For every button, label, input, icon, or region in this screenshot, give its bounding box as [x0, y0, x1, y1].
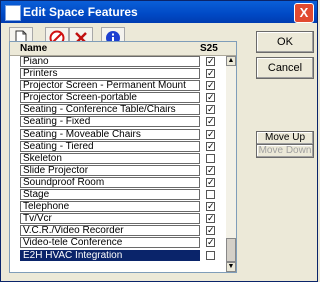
cancel-button[interactable]: Cancel: [256, 57, 314, 79]
s25-checkbox[interactable]: ✓: [206, 93, 215, 103]
table-row[interactable]: Seating - Fixed ✓: [10, 116, 228, 128]
table-row[interactable]: Skeleton: [10, 152, 228, 165]
feature-name-cell[interactable]: Seating - Moveable Chairs: [20, 128, 200, 140]
move-down-button[interactable]: Move Down: [256, 144, 314, 158]
s25-checkbox[interactable]: ✓: [206, 81, 215, 91]
s25-checkbox[interactable]: ✓: [206, 105, 215, 115]
window-icon: [5, 5, 21, 21]
table-row[interactable]: Seating - Tiered ✓: [10, 140, 228, 153]
feature-name-cell[interactable]: Slide Projector: [20, 164, 200, 176]
feature-name-cell[interactable]: Seating - Conference Table/Chairs: [20, 104, 200, 116]
grid-header: Name S25: [10, 42, 236, 56]
s25-checkbox[interactable]: [206, 190, 215, 200]
table-row[interactable]: Piano ✓: [10, 56, 228, 68]
column-header-s25[interactable]: S25: [200, 42, 218, 55]
feature-name-input[interactable]: E2H HVAC Integration: [20, 249, 200, 261]
title-bar[interactable]: Edit Space Features X: [1, 1, 317, 23]
ok-button[interactable]: OK: [256, 31, 314, 53]
edit-space-features-dialog: Edit Space Features X Name S25 Piano ✓ P…: [0, 0, 318, 282]
s25-checkbox[interactable]: ✓: [206, 238, 215, 248]
s25-checkbox[interactable]: ✓: [206, 141, 215, 151]
feature-name-cell[interactable]: Seating - Fixed: [20, 116, 200, 128]
feature-name-cell[interactable]: Telephone: [20, 201, 200, 213]
feature-name-cell[interactable]: Tv/Vcr: [20, 213, 200, 225]
table-row[interactable]: Printers ✓: [10, 68, 228, 80]
scroll-down-arrow-icon[interactable]: ▼: [226, 262, 236, 272]
feature-name-cell[interactable]: Piano: [20, 56, 200, 67]
table-row[interactable]: Seating - Conference Table/Chairs ✓: [10, 104, 228, 116]
s25-checkbox[interactable]: ✓: [206, 117, 215, 127]
feature-name-cell[interactable]: V.C.R./Video Recorder: [20, 225, 200, 237]
table-row[interactable]: Soundproof Room ✓: [10, 176, 228, 189]
table-row-selected[interactable]: E2H HVAC Integration: [10, 249, 228, 262]
feature-name-cell[interactable]: Projector Screen - Permanent Mount: [20, 80, 200, 92]
move-up-button[interactable]: Move Up: [256, 131, 314, 145]
feature-name-cell[interactable]: Printers: [20, 68, 200, 80]
feature-name-cell[interactable]: Projector Screen-portable: [20, 92, 200, 104]
feature-name-cell[interactable]: Stage: [20, 189, 200, 201]
scroll-up-arrow-icon[interactable]: ▲: [226, 56, 236, 66]
window-title: Edit Space Features: [23, 5, 138, 19]
s25-checkbox[interactable]: ✓: [206, 129, 215, 139]
s25-checkbox[interactable]: ✓: [206, 165, 215, 175]
close-icon[interactable]: X: [294, 3, 314, 23]
s25-checkbox[interactable]: ✓: [206, 202, 215, 212]
table-row[interactable]: Projector Screen - Permanent Mount ✓: [10, 80, 228, 92]
scroll-thumb[interactable]: [226, 238, 236, 262]
feature-name-cell[interactable]: Skeleton: [20, 152, 200, 164]
table-row[interactable]: Projector Screen-portable ✓: [10, 92, 228, 104]
s25-checkbox[interactable]: [206, 153, 215, 163]
table-row[interactable]: V.C.R./Video Recorder ✓: [10, 225, 228, 237]
s25-checkbox[interactable]: ✓: [206, 226, 215, 236]
feature-name-cell[interactable]: Video-tele Conference: [20, 237, 200, 249]
table-row[interactable]: Slide Projector ✓: [10, 164, 228, 177]
feature-name-cell[interactable]: Seating - Tiered: [20, 140, 200, 152]
features-grid: Name S25 Piano ✓ Printers ✓ Projector Scre…: [9, 41, 237, 273]
s25-checkbox[interactable]: ✓: [206, 57, 215, 66]
grid-rows: Piano ✓ Printers ✓ Projector Screen - Perm…: [10, 56, 228, 262]
s25-checkbox[interactable]: ✓: [206, 69, 215, 79]
vertical-scrollbar[interactable]: ▲ ▼: [226, 56, 236, 272]
feature-name-cell[interactable]: Soundproof Room: [20, 176, 200, 188]
s25-checkbox[interactable]: ✓: [206, 214, 215, 224]
table-row[interactable]: Seating - Moveable Chairs ✓: [10, 128, 228, 141]
s25-checkbox[interactable]: [206, 250, 215, 260]
table-row[interactable]: Video-tele Conference ✓: [10, 237, 228, 249]
table-row[interactable]: Stage: [10, 189, 228, 201]
s25-checkbox[interactable]: ✓: [206, 177, 215, 187]
table-row[interactable]: Tv/Vcr ✓: [10, 213, 228, 225]
table-row[interactable]: Telephone ✓: [10, 201, 228, 213]
column-header-name[interactable]: Name: [20, 42, 47, 55]
